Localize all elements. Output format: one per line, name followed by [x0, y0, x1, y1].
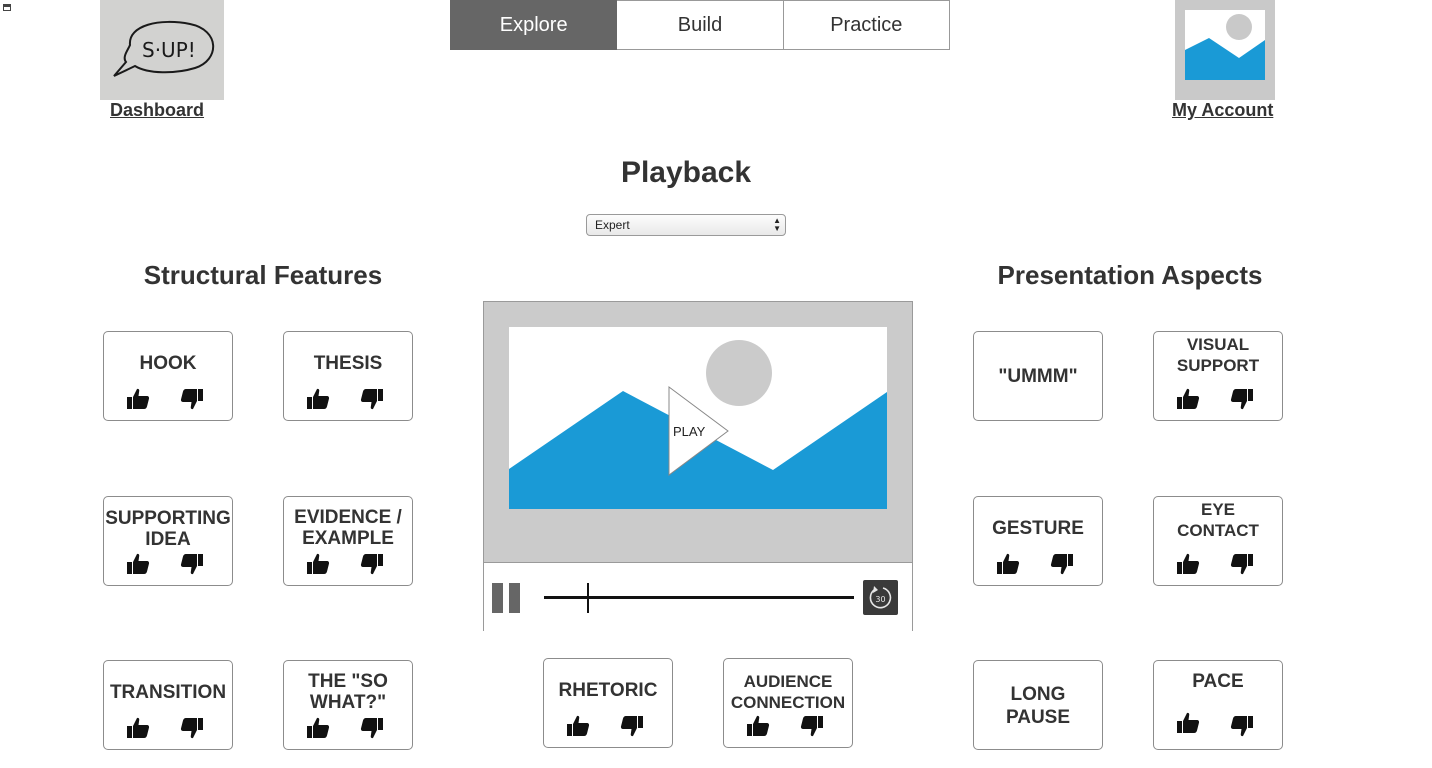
feature-label: EVIDENCE / EXAMPLE: [294, 507, 402, 549]
feature-card-rhetoric: RHETORIC: [543, 658, 673, 748]
feature-label: TRANSITION: [109, 682, 227, 703]
structural-features-title: Structural Features: [143, 260, 383, 290]
aspect-label: "UMMM": [998, 366, 1078, 387]
aspect-card-visual-support: VISUAL SUPPORT: [1153, 331, 1283, 421]
tab-explore[interactable]: Explore: [450, 0, 618, 50]
thumbs-down-icon[interactable]: [360, 552, 384, 576]
pause-icon[interactable]: [492, 583, 522, 613]
thumbs-down-icon[interactable]: [360, 387, 384, 411]
tab-practice[interactable]: Practice: [783, 0, 950, 50]
thumbs-up-icon[interactable]: [126, 716, 150, 740]
feature-card-thesis: THESIS: [283, 331, 413, 421]
presentation-aspects-title: Presentation Aspects: [997, 260, 1263, 290]
feature-card-audience-connection: AUDIENCE CONNECTION: [723, 658, 853, 748]
thumbs-down-icon[interactable]: [360, 716, 384, 740]
thumbs-up-icon[interactable]: [306, 387, 330, 411]
thumbs-down-icon[interactable]: [1230, 552, 1254, 576]
thumbs-up-icon[interactable]: [566, 714, 590, 738]
progress-scrubber[interactable]: [587, 583, 589, 613]
select-arrows-icon: ▲ ▼: [773, 216, 781, 233]
thumbs-up-icon[interactable]: [1176, 387, 1200, 411]
feature-card-supporting-idea: SUPPORTING IDEA: [103, 496, 233, 586]
thumbs-up-icon[interactable]: [126, 387, 150, 411]
thumbs-down-icon[interactable]: [800, 714, 824, 738]
thumbs-down-icon[interactable]: [180, 716, 204, 740]
main-tabs: Explore Build Practice: [450, 0, 950, 50]
aspect-card-ummm: "UMMM": [973, 331, 1103, 421]
thumbs-down-icon[interactable]: [180, 552, 204, 576]
window-icon: [3, 4, 11, 11]
aspect-label: PACE: [1192, 671, 1244, 692]
my-account-link[interactable]: My Account: [1172, 100, 1273, 121]
aspect-card-gesture: GESTURE: [973, 496, 1103, 586]
thumbs-up-icon[interactable]: [306, 716, 330, 740]
feature-label: THE "SO WHAT?": [308, 671, 388, 713]
thumbs-up-icon[interactable]: [1176, 711, 1200, 735]
feature-card-evidence-example: EVIDENCE / EXAMPLE: [283, 496, 413, 586]
aspect-card-pace: PACE: [1153, 660, 1283, 750]
feature-card-hook: HOOK: [103, 331, 233, 421]
mode-select-value: Expert: [595, 218, 630, 232]
progress-track[interactable]: [544, 596, 854, 599]
thumbs-down-icon[interactable]: [1230, 714, 1254, 738]
aspect-label: EYE CONTACT: [1177, 500, 1259, 540]
aspect-label: GESTURE: [992, 518, 1084, 539]
aspect-card-eye-contact: EYE CONTACT: [1153, 496, 1283, 586]
player-controls: 30: [484, 562, 912, 631]
account-avatar[interactable]: [1175, 0, 1275, 100]
thumbs-down-icon[interactable]: [1050, 552, 1074, 576]
thumbs-down-icon[interactable]: [620, 714, 644, 738]
aspect-label: VISUAL SUPPORT: [1176, 335, 1260, 375]
dashboard-link[interactable]: Dashboard: [110, 100, 204, 121]
feature-label: RHETORIC: [558, 680, 658, 701]
thumbs-down-icon[interactable]: [1230, 387, 1254, 411]
thumbs-up-icon[interactable]: [126, 552, 150, 576]
feature-label: HOOK: [139, 353, 197, 374]
play-label: PLAY: [673, 424, 706, 439]
video-screen[interactable]: PLAY: [484, 302, 912, 562]
thumbs-down-icon[interactable]: [180, 387, 204, 411]
svg-text:30: 30: [875, 595, 885, 604]
feature-card-so-what: THE "SO WHAT?": [283, 660, 413, 750]
thumbs-up-icon[interactable]: [306, 552, 330, 576]
feature-card-transition: TRANSITION: [103, 660, 233, 750]
svg-text:S·UP!: S·UP!: [142, 38, 196, 62]
replay-30-icon[interactable]: 30: [863, 580, 898, 615]
feature-label: THESIS: [313, 353, 383, 374]
play-button[interactable]: PLAY: [668, 386, 730, 476]
feature-label: AUDIENCE CONNECTION: [730, 672, 846, 712]
tab-build[interactable]: Build: [617, 0, 784, 50]
page-title: Playback: [620, 156, 752, 189]
aspect-label: LONG PAUSE: [1005, 684, 1071, 728]
aspect-card-long-pause: LONG PAUSE: [973, 660, 1103, 750]
app-logo[interactable]: S·UP!: [100, 0, 224, 100]
feature-label: SUPPORTING IDEA: [105, 508, 231, 550]
mode-select[interactable]: Expert ▲ ▼: [586, 214, 786, 236]
thumbs-up-icon[interactable]: [996, 552, 1020, 576]
thumbs-up-icon[interactable]: [1176, 552, 1200, 576]
thumbs-up-icon[interactable]: [746, 714, 770, 738]
video-player: PLAY 30: [483, 301, 913, 631]
